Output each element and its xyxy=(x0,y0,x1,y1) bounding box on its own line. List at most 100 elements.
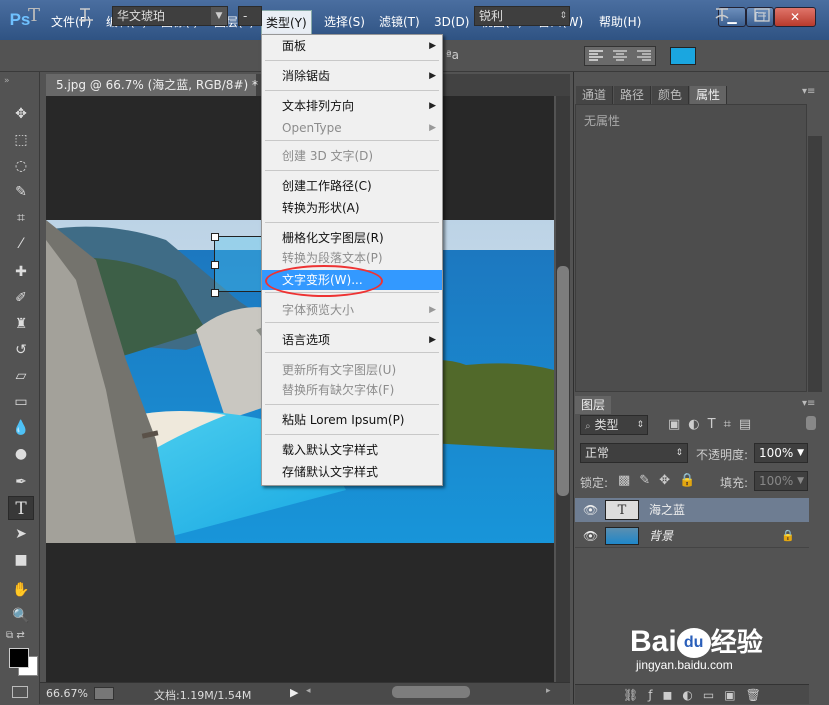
blend-mode-select[interactable]: 正常 ⇕ xyxy=(580,443,688,463)
tab-layers[interactable]: 图层 xyxy=(575,396,612,414)
font-family-select[interactable]: 华文琥珀 ▼ xyxy=(112,6,228,26)
antialias-select[interactable]: 锐利 ⇕ xyxy=(474,6,570,26)
type-menu-item-label: 转换为形状(A) xyxy=(282,201,360,215)
submenu-arrow-icon: ▶ xyxy=(429,305,436,315)
layer-row-background[interactable]: 👁 背景 🔒 xyxy=(575,524,809,548)
clone-stamp-icon[interactable]: ♜ xyxy=(8,312,34,336)
type-menu-item[interactable]: 替换所有缺欠字体(F) xyxy=(262,380,442,400)
lasso-tool-icon[interactable]: ◌ xyxy=(8,154,34,178)
character-panel-icon[interactable] xyxy=(752,6,772,26)
foreground-color-swatch[interactable] xyxy=(9,648,29,668)
visibility-eye-icon[interactable]: 👁 xyxy=(583,503,598,517)
status-info-icon[interactable] xyxy=(94,687,114,700)
layer-filter-select[interactable]: ⌕ 类型 ⇕ xyxy=(580,415,648,435)
default-colors-icon[interactable]: ⧉ ⇄ xyxy=(6,630,25,641)
blur-tool-icon[interactable]: 💧 xyxy=(8,416,34,440)
layer-row-text[interactable]: 👁 T 海之蓝 xyxy=(575,498,809,522)
transform-handle[interactable] xyxy=(211,261,219,269)
tab-paths[interactable]: 路径 xyxy=(614,86,652,104)
text-orientation-icon[interactable] xyxy=(76,6,96,26)
lock-icons[interactable]: ▩✎✥🔒 xyxy=(618,473,704,488)
tab-properties[interactable]: 属性 xyxy=(690,86,728,104)
type-menu-item-label: 替换所有缺欠字体(F) xyxy=(282,383,395,397)
type-menu-item[interactable]: 存储默认文字样式 xyxy=(262,462,442,482)
zoom-tool-icon[interactable]: 🔍 xyxy=(8,604,34,628)
document-tab-title: 5.jpg @ 66.7% (海之蓝, RGB/8#) * xyxy=(56,78,258,92)
brush-tool-icon[interactable]: ✐ xyxy=(8,286,34,310)
opacity-input[interactable]: 100% ▼ xyxy=(754,443,808,463)
font-style-select[interactable]: - xyxy=(238,6,262,26)
close-window-button[interactable]: ✕ xyxy=(774,7,816,27)
tab-color[interactable]: 颜色 xyxy=(652,86,690,104)
layer-name[interactable]: 海之蓝 xyxy=(649,498,685,522)
transform-handle[interactable] xyxy=(211,289,219,297)
type-menu-item[interactable]: 语言选项 ▶ xyxy=(262,330,442,350)
crop-tool-icon[interactable]: ⌗ xyxy=(8,206,34,230)
pen-tool-icon[interactable]: ✒ xyxy=(8,470,34,494)
chevron-updown-icon: ⇕ xyxy=(559,11,567,21)
path-select-tool-icon[interactable]: ➤ xyxy=(8,522,34,546)
type-menu-item[interactable]: 消除锯齿 ▶ xyxy=(262,66,442,86)
type-menu-item[interactable]: 创建 3D 文字(D) xyxy=(262,146,442,166)
eyedropper-tool-icon[interactable]: ⁄ xyxy=(8,232,34,256)
dodge-tool-icon[interactable]: ● xyxy=(8,442,34,466)
layer-filter-icons[interactable]: ▣◐T⌗▤ xyxy=(668,417,759,432)
text-color-swatch[interactable] xyxy=(670,47,696,65)
type-menu-item[interactable]: 粘贴 Lorem Ipsum(P) xyxy=(262,410,442,430)
type-menu-item[interactable]: 文本排列方向 ▶ xyxy=(262,96,442,116)
properties-panel-body xyxy=(575,104,807,392)
marquee-tool-icon[interactable]: ⬚ xyxy=(8,128,34,152)
zoom-level[interactable]: 66.67% xyxy=(46,687,88,700)
type-tool-icon[interactable]: T xyxy=(8,496,34,520)
align-right-icon[interactable] xyxy=(636,49,652,63)
menu-3d[interactable]: 3D(D) xyxy=(430,12,473,32)
tab-channels[interactable]: 通道 xyxy=(576,86,614,104)
visibility-eye-icon[interactable]: 👁 xyxy=(583,529,598,543)
text-tool-icon[interactable]: T xyxy=(24,6,44,26)
move-tool-icon[interactable]: ✥ xyxy=(8,102,34,126)
type-menu-item-label: 存储默认文字样式 xyxy=(282,465,379,479)
type-menu-item[interactable]: 字体预览大小 ▶ xyxy=(262,300,442,320)
history-brush-icon[interactable]: ↺ xyxy=(8,338,34,362)
hand-tool-icon[interactable]: ✋ xyxy=(8,578,34,602)
properties-scrollbar[interactable] xyxy=(808,136,822,392)
text-layer-bounds[interactable] xyxy=(214,236,268,292)
collapse-icon[interactable]: » xyxy=(4,76,10,86)
quick-mask-icon[interactable] xyxy=(12,686,28,698)
eraser-tool-icon[interactable]: ▱ xyxy=(8,364,34,388)
lock-label: 锁定: xyxy=(580,476,609,490)
type-menu-item[interactable]: 栅格化文字图层(R) xyxy=(262,228,442,248)
layers-footer-icons[interactable]: ⛓ƒ◼◐▭▣🗑 xyxy=(575,684,809,704)
filter-toggle[interactable] xyxy=(806,416,816,430)
type-menu-item[interactable]: OpenType ▶ xyxy=(262,118,442,138)
align-left-icon[interactable] xyxy=(588,49,604,63)
panel-collapse-bar[interactable] xyxy=(576,75,826,85)
align-center-icon[interactable] xyxy=(612,49,628,63)
vertical-scroll-thumb[interactable] xyxy=(557,266,569,496)
type-menu-item[interactable]: 转换为形状(A) xyxy=(262,198,442,218)
status-menu-arrow-icon[interactable]: ▶ xyxy=(290,686,298,699)
layers-menu-icon[interactable]: ▾≡ xyxy=(802,398,815,409)
healing-brush-icon[interactable]: ✚ xyxy=(8,260,34,284)
layer-name[interactable]: 背景 xyxy=(649,524,673,548)
type-menu-item[interactable]: 更新所有文字图层(U) xyxy=(262,360,442,380)
type-menu-item[interactable]: 创建工作路径(C) xyxy=(262,176,442,196)
document-tab[interactable]: 5.jpg @ 66.7% (海之蓝, RGB/8#) * × xyxy=(46,74,278,96)
panel-menu-icon[interactable]: ▾≡ xyxy=(802,86,815,97)
menu-select[interactable]: 选择(S) xyxy=(320,12,369,32)
scroll-right-icon[interactable]: ▸ xyxy=(546,686,551,696)
menu-type[interactable]: 类型(Y) xyxy=(261,10,312,36)
type-menu-item[interactable]: 面板 ▶ xyxy=(262,36,442,56)
type-menu-item[interactable]: 载入默认文字样式 xyxy=(262,440,442,460)
menu-help[interactable]: 帮助(H) xyxy=(595,12,645,32)
rectangle-tool-icon[interactable]: ■ xyxy=(8,548,34,572)
menu-filter[interactable]: 滤镜(T) xyxy=(375,12,424,32)
quick-select-tool-icon[interactable]: ✎ xyxy=(8,180,34,204)
warp-text-icon[interactable] xyxy=(712,6,732,26)
fill-input[interactable]: 100% ▼ xyxy=(754,471,808,491)
scroll-left-icon[interactable]: ◂ xyxy=(306,686,311,696)
gradient-tool-icon[interactable]: ▭ xyxy=(8,390,34,414)
type-menu-item[interactable]: 转换为段落文本(P) xyxy=(262,248,442,268)
transform-handle[interactable] xyxy=(211,233,219,241)
horizontal-scroll-thumb[interactable] xyxy=(392,686,470,698)
